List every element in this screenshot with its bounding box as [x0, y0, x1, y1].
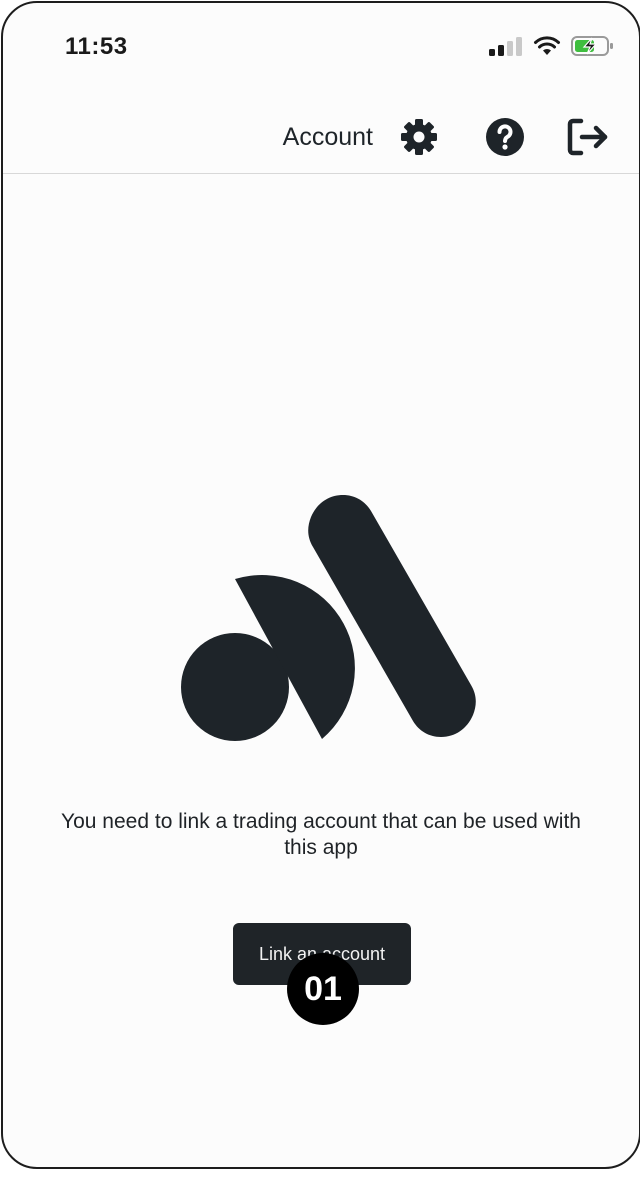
logout-button[interactable]: [567, 117, 611, 161]
logout-icon: [567, 117, 611, 162]
battery-charging-icon: [571, 35, 615, 62]
app-logo: [179, 491, 479, 743]
status-bar: 11:53: [3, 3, 639, 93]
status-time: 11:53: [65, 33, 128, 60]
gear-icon: [399, 117, 439, 162]
status-icons: [489, 35, 615, 62]
page-title: Account: [282, 123, 373, 151]
wifi-icon: [533, 36, 561, 61]
step-badge: 01: [287, 953, 359, 1025]
settings-button[interactable]: [397, 117, 441, 161]
help-icon: [485, 117, 525, 162]
cellular-signal-icon: [489, 36, 523, 61]
help-button[interactable]: [483, 117, 527, 161]
app-header: Account: [3, 93, 639, 174]
phone-frame: 11:53 Account You need to link a trading…: [1, 1, 640, 1169]
link-account-message: You need to link a trading account that …: [61, 810, 581, 859]
